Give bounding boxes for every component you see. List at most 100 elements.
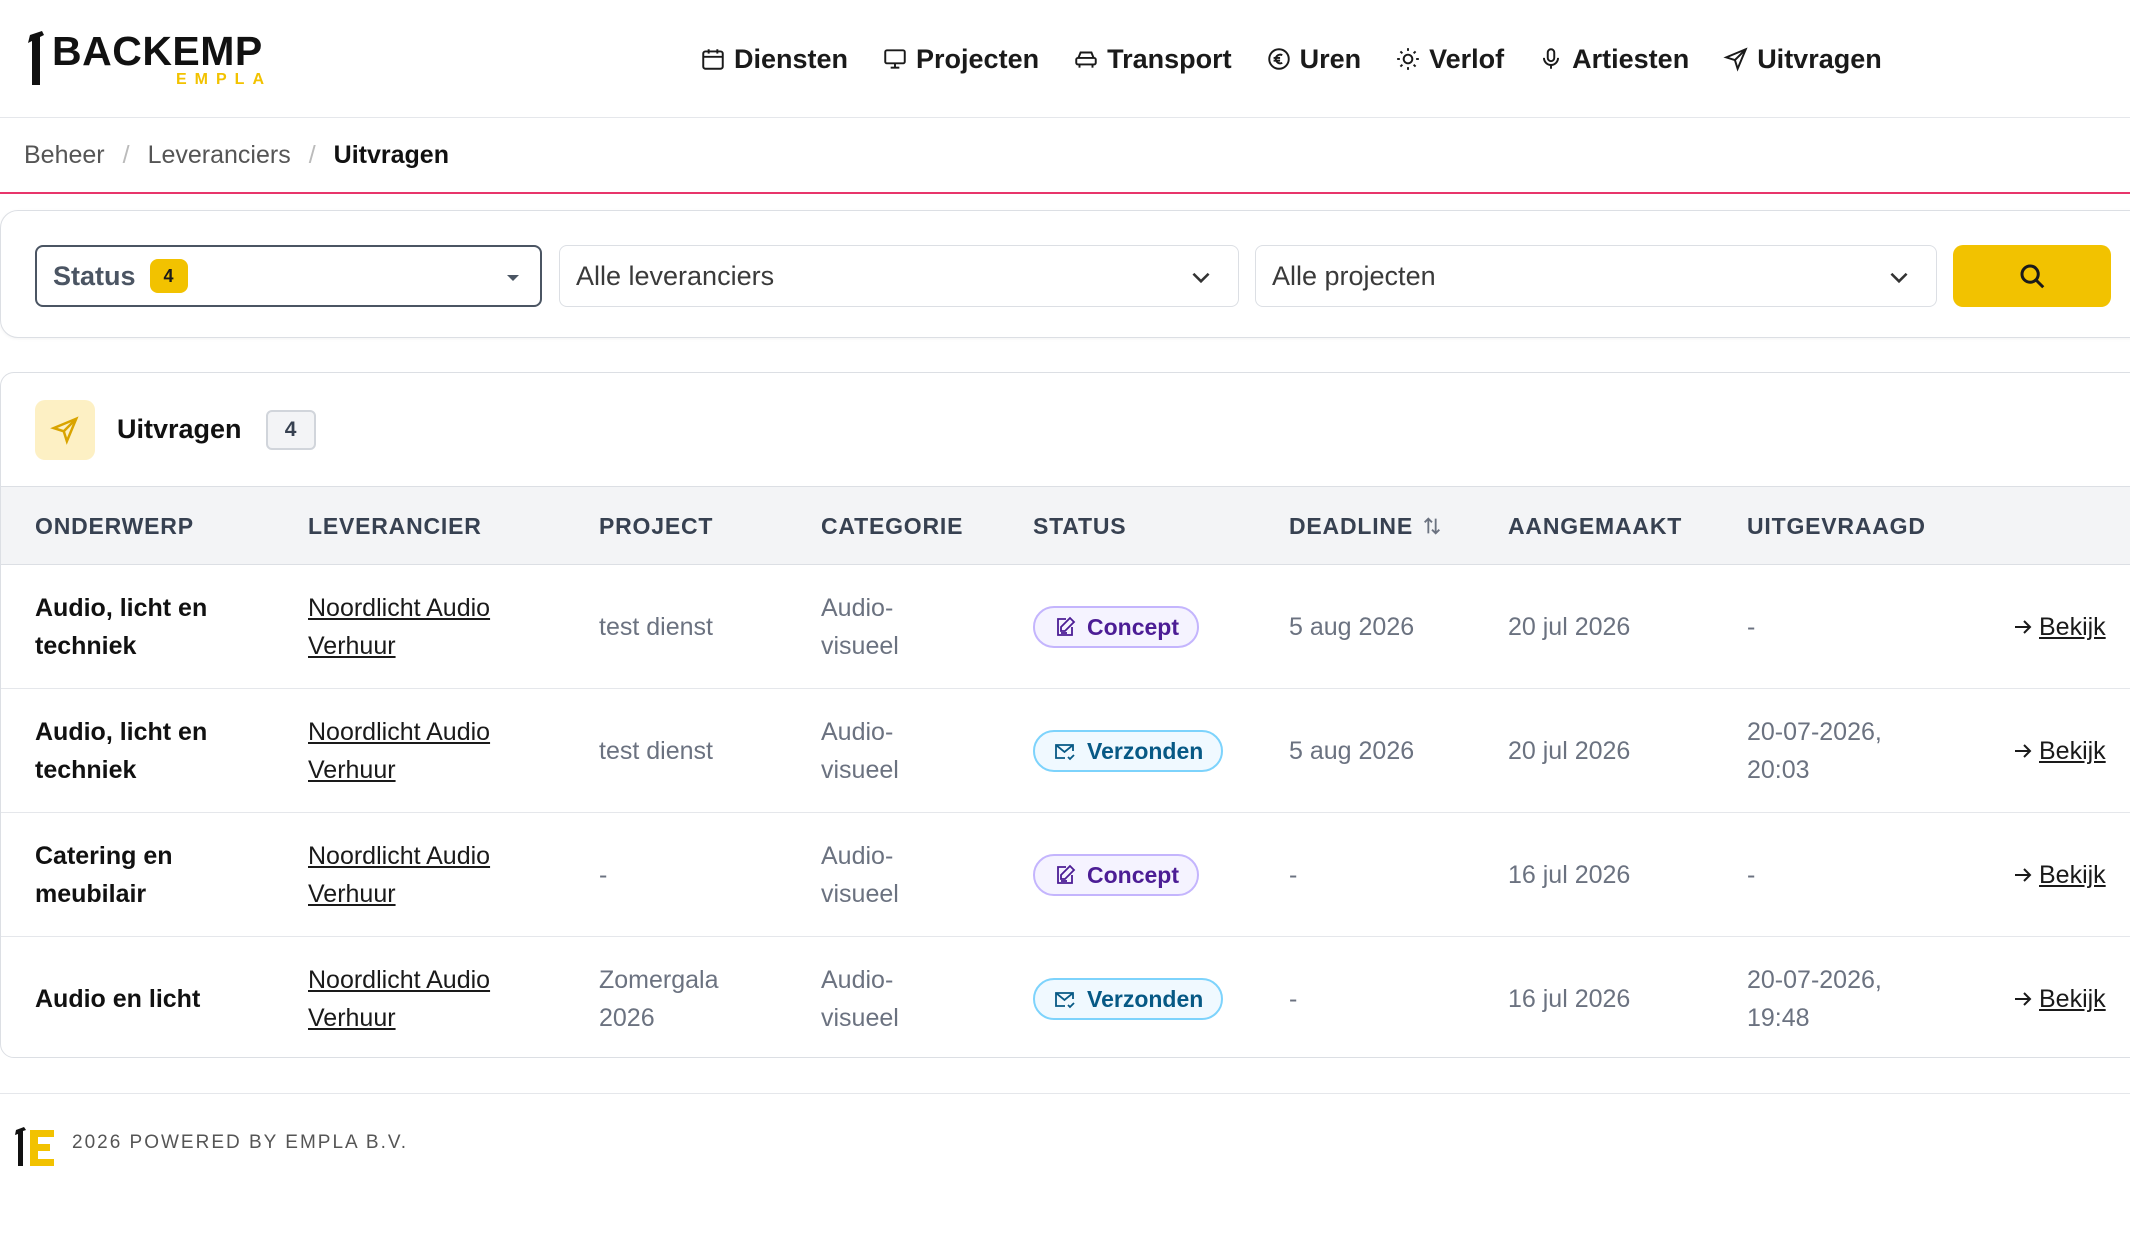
view-link[interactable]: Bekijk [2011,732,2106,770]
status-badge-label: Verzonden [1087,738,1204,764]
cell-subject: Audio en licht [35,985,201,1013]
supplier-link[interactable]: Noordlicht Audio Verhuur [308,589,508,665]
nav-item-artiesten[interactable]: Artiesten [1538,44,1689,75]
cell-created: 16 jul 2026 [1508,861,1631,889]
cell-requested: 20-07-2026, 19:48 [1747,966,1882,1032]
breadcrumb-item-leveranciers[interactable]: Leveranciers [148,141,291,170]
breadcrumb-item-beheer[interactable]: Beheer [24,141,105,170]
column-header-deadline-label: Deadline [1289,512,1413,539]
cell-status: Concept [1033,813,1199,937]
cell-supplier: Noordlicht Audio Verhuur [308,689,508,813]
chevron-down-icon [1192,272,1210,284]
nav-label: Artiesten [1572,43,1690,74]
cell-subject: Audio, licht en techniek [35,718,208,784]
cell-supplier: Noordlicht Audio Verhuur [308,813,508,937]
view-link[interactable]: Bekijk [2011,856,2106,894]
euro-icon [1267,48,1290,70]
cell-deadline: 5 aug 2026 [1289,613,1415,641]
view-link-label: Bekijk [2039,985,2106,1013]
status-filter-label: Status [53,260,136,291]
nav-item-diensten[interactable]: Diensten [700,44,848,75]
arrow-right-icon [2015,744,2032,758]
cell-requested: - [1747,613,1756,641]
sort-icon [1423,517,1440,535]
brand-logo[interactable]: BACKEMP EMPLA [26,29,286,89]
nav-label: Uren [1299,43,1362,74]
supplier-link[interactable]: Noordlicht Audio Verhuur [308,713,508,789]
status-badge: Concept [1033,854,1199,896]
breadcrumb: Beheer / Leveranciers / Uitvragen [0,118,2130,194]
cell-action: Bekijk [2011,813,2106,937]
cell-action: Bekijk [2011,689,2106,813]
status-badge-label: Concept [1087,862,1179,888]
table-header: Onderwerp Leverancier Project Categorie … [1,487,2130,565]
footer-logo-icon [15,1127,54,1166]
send-icon [50,415,79,445]
card-title: Uitvragen [117,414,242,444]
brand-sub: EMPLA [176,70,272,88]
nav-item-verlof[interactable]: Verlof [1395,44,1504,75]
card-header: Uitvragen 4 [1,373,2130,487]
arrow-right-icon [2015,868,2032,882]
cell-project: - [599,861,608,889]
cell-subject: Catering en meubilair [35,842,173,908]
cell-project: test dienst [599,737,713,765]
cell-action: Bekijk [2011,565,2106,689]
view-link[interactable]: Bekijk [2011,980,2106,1018]
column-header-deadline[interactable]: Deadline [1289,487,1443,565]
cell-project: test dienst [599,613,713,641]
project-filter-select[interactable]: Alle projecten [1255,245,1937,307]
status-count-badge: 4 [149,259,188,293]
status-filter-select[interactable]: Status 4 [35,245,542,307]
logo-mark-icon [28,30,44,85]
supplier-filter-select[interactable]: Alle leveranciers [559,245,1239,307]
brand-name: BACKEMP [52,27,263,74]
edit-icon [1057,864,1076,884]
search-icon [2020,264,2045,289]
cell-deadline: - [1289,861,1298,889]
nav-label: Uitvragen [1757,43,1882,74]
view-link-label: Bekijk [2039,613,2106,641]
send-icon [1723,47,1748,72]
cell-action: Bekijk [2011,937,2106,1057]
cell-created: 16 jul 2026 [1508,985,1631,1013]
cell-requested: - [1747,861,1756,889]
main-nav: Diensten Projecten Transport Uren Verlof… [700,0,1882,118]
column-header-status: Status [1033,512,1127,539]
status-badge: Concept [1033,606,1199,648]
mail-check-icon [1055,744,1075,761]
cell-supplier: Noordlicht Audio Verhuur [308,937,508,1057]
column-header-leverancier: Leverancier [308,512,482,539]
footer-text: 2026 POWERED BY EMPLA B.V. [72,1132,409,1153]
edit-icon [1057,616,1076,636]
cell-status: Concept [1033,565,1199,689]
project-filter-value: Alle projecten [1272,260,1436,291]
supplier-link[interactable]: Noordlicht Audio Verhuur [308,961,508,1037]
nav-item-transport[interactable]: Transport [1073,44,1232,75]
status-badge-label: Concept [1087,614,1179,640]
status-badge: Verzonden [1033,978,1224,1020]
arrow-right-icon [2015,620,2032,634]
search-button[interactable] [1953,245,2111,307]
car-icon [1075,51,1097,68]
cell-status: Verzonden [1033,689,1224,813]
supplier-link[interactable]: Noordlicht Audio Verhuur [308,837,508,913]
sun-icon [1397,48,1419,70]
breadcrumb-current: Uitvragen [333,140,449,169]
view-link[interactable]: Bekijk [2011,608,2106,646]
table-row: Catering en meubilair Noordlicht Audio V… [1,813,2130,937]
breadcrumb-separator: / [308,140,316,169]
status-badge-label: Verzonden [1087,986,1204,1012]
column-header-aangemaakt: Aangemaakt [1508,512,1683,539]
footer: 2026 POWERED BY EMPLA B.V. [0,1093,2130,1240]
supplier-filter-value: Alle leveranciers [576,260,775,291]
cell-category: Audio-visueel [821,842,899,908]
cell-created: 20 jul 2026 [1508,737,1631,765]
top-bar: BACKEMP EMPLA Diensten Projecten Transpo… [0,0,2130,118]
nav-item-projecten[interactable]: Projecten [882,44,1039,75]
nav-item-uren[interactable]: Uren [1266,43,1362,75]
cell-supplier: Noordlicht Audio Verhuur [308,565,508,689]
column-header-uitgevraagd: Uitgevraagd [1747,512,1926,539]
caret-down-icon [507,275,519,281]
nav-item-uitvragen[interactable]: Uitvragen [1723,44,1882,75]
